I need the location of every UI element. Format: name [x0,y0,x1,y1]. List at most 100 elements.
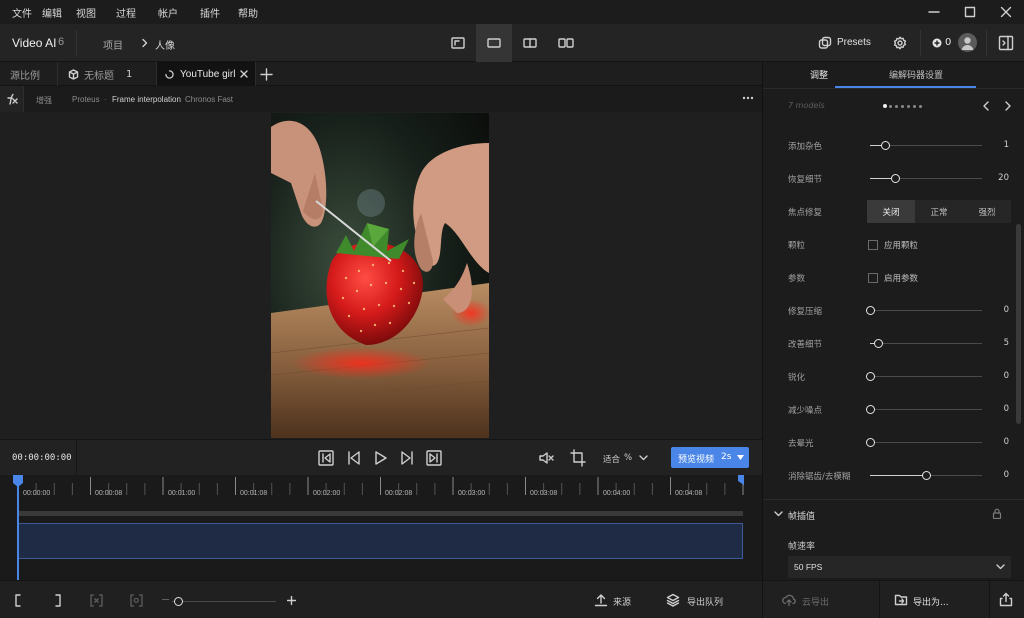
focus-off-option[interactable]: 关闭 [867,200,915,223]
fix-compression-slider[interactable] [866,306,982,315]
crop-icon[interactable] [570,449,586,467]
more-options-icon[interactable] [742,96,754,100]
carousel-prev-icon[interactable] [982,101,990,111]
view-crop-button[interactable] [440,24,476,62]
caret-down-icon[interactable] [737,455,744,460]
carousel-dot[interactable] [889,104,892,108]
lock-icon[interactable] [992,508,1002,519]
slider-knob[interactable] [922,471,931,480]
clear-marks-icon[interactable] [90,594,103,607]
view-split-button[interactable] [512,24,548,62]
reduce-noise-slider[interactable] [866,405,982,414]
cloud-export-label[interactable]: 云导出 [802,595,829,608]
menu-edit[interactable]: 编辑 [42,5,62,20]
gear-icon[interactable] [893,36,907,50]
zoom-in-icon[interactable] [287,596,296,605]
toggle-panel-icon[interactable] [998,35,1014,51]
tab-youtube-girl[interactable]: YouTube girl [156,62,256,86]
share-icon[interactable] [999,592,1013,607]
export-folder-icon[interactable] [894,593,908,606]
slider-knob[interactable] [866,372,875,381]
zoom-slider[interactable] [172,597,276,606]
avatar[interactable] [958,33,977,52]
minimize-icon[interactable] [926,4,942,20]
preview-video-button[interactable]: 预览视频 2s [671,447,749,468]
crumb-interp[interactable]: Frame interpolation [112,95,181,104]
slider-knob[interactable] [874,339,883,348]
collapse-chevron-icon[interactable] [774,511,783,517]
cloud-upload-icon[interactable] [782,593,796,607]
video-preview[interactable] [0,112,762,439]
zoom-out-icon[interactable]: − [161,593,170,606]
zoom-fit-icon[interactable] [130,594,143,607]
breadcrumb-project[interactable]: 项目 [103,37,123,52]
sharpen-slider[interactable] [866,372,982,381]
zoom-slider-knob[interactable] [174,597,183,606]
tab-encoder-settings[interactable]: 编解码器设置 [889,68,943,81]
skip-to-start-icon[interactable] [318,449,334,467]
menu-process[interactable]: 过程 [116,5,136,20]
export-as-button[interactable]: 导出为... [913,595,949,608]
export-queue-button[interactable]: 导出队列 [666,593,736,609]
slider-knob[interactable] [866,306,875,315]
add-tab-icon[interactable] [260,68,273,81]
carousel-dot[interactable] [907,104,910,108]
play-icon[interactable] [372,449,388,467]
fit-label[interactable]: 适合 [603,453,620,465]
carousel-dot[interactable] [913,104,916,108]
dehalo-slider[interactable] [866,438,982,447]
close-tab-icon[interactable] [240,70,248,78]
presets-button[interactable]: Presets [818,35,878,51]
breadcrumb-current[interactable]: 人像 [155,37,175,52]
step-forward-icon[interactable] [399,449,415,467]
video-clip[interactable] [18,523,743,559]
tab-untitled[interactable]: 无标题 1 [68,62,148,86]
slider-knob[interactable] [866,405,875,414]
apply-grain-checkbox[interactable] [868,240,878,250]
menu-view[interactable]: 视图 [76,5,96,20]
view-single-button[interactable] [476,24,512,62]
slider-knob[interactable] [891,174,900,183]
view-side-by-side-button[interactable] [548,24,584,62]
model-carousel-dots[interactable] [883,104,933,108]
mute-icon[interactable] [538,449,554,467]
slider-knob[interactable] [881,141,890,150]
crumb-enhance[interactable]: 增强 [36,95,52,106]
timeline[interactable]: 00:00:00 00:00:08 00:01:00 00:01:08 00:0… [0,475,762,580]
recover-detail-slider[interactable] [870,174,982,183]
menu-account[interactable]: 帐户 [158,5,178,20]
focus-normal-option[interactable]: 正常 [915,200,963,223]
carousel-dot[interactable] [895,104,898,108]
carousel-dot[interactable] [919,104,922,108]
tab-source-ratio[interactable]: 源比例 [10,62,40,86]
tab-adjust[interactable]: 调整 [810,68,828,81]
step-back-icon[interactable] [346,449,362,467]
crumb-model[interactable]: Proteus [72,95,100,104]
menu-file[interactable]: 文件 [12,5,32,20]
enable-params-checkbox[interactable] [868,273,878,283]
playhead-handle-icon[interactable] [13,475,23,487]
close-icon[interactable] [998,4,1014,20]
playhead[interactable] [17,475,19,580]
panel-scrollbar[interactable] [1016,224,1021,424]
menu-help[interactable]: 帮助 [238,5,258,20]
source-button[interactable]: 来源 [594,593,634,609]
menu-plugins[interactable]: 插件 [200,5,220,20]
skip-to-end-icon[interactable] [426,449,442,467]
out-marker-icon[interactable] [738,475,744,485]
chevron-down-icon[interactable] [639,455,648,461]
apply-grain-label[interactable]: 应用颗粒 [884,239,918,251]
frame-rate-select[interactable]: 50 FPS [788,556,1011,578]
improve-detail-slider[interactable] [870,339,982,348]
carousel-dot[interactable] [883,104,887,108]
focus-strong-option[interactable]: 强烈 [963,200,1011,223]
mark-out-icon[interactable] [54,594,62,607]
add-noise-slider[interactable] [870,141,982,150]
slider-knob[interactable] [866,438,875,447]
carousel-next-icon[interactable] [1004,101,1012,111]
mark-in-icon[interactable] [14,594,22,607]
carousel-dot[interactable] [901,104,904,108]
maximize-icon[interactable] [962,4,978,20]
enable-params-label[interactable]: 启用参数 [884,272,918,284]
crumb-interp-model[interactable]: Chronos Fast [185,95,233,104]
